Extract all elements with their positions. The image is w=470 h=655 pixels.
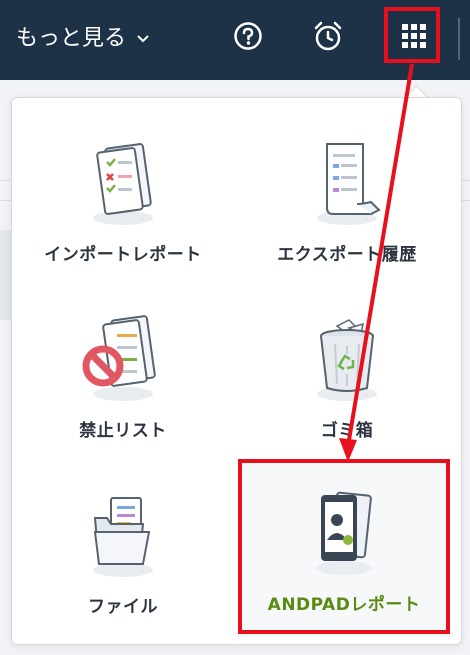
folder-icon [68, 482, 178, 582]
export-history-icon [292, 130, 402, 230]
prohibited-list-icon [68, 306, 178, 406]
chevron-down-icon [136, 29, 150, 48]
alarm-clock-icon[interactable] [312, 20, 344, 52]
menu-item-file[interactable]: ファイル [12, 472, 234, 642]
menu-item-label: ファイル [88, 597, 158, 617]
menu-item-prohibited-list[interactable]: 禁止リスト [12, 296, 234, 466]
highlight-box-apps-button [384, 7, 440, 63]
more-label: もっと見る [16, 26, 127, 51]
help-icon[interactable] [232, 20, 264, 52]
menu-item-trash[interactable]: ゴミ箱 [236, 296, 458, 466]
menu-item-label: 禁止リスト [79, 421, 167, 441]
menu-item-label: ゴミ箱 [320, 421, 374, 441]
menu-item-label: エクスポート履歴 [277, 245, 417, 265]
toolbar-divider [458, 18, 460, 60]
trash-bin-icon [292, 306, 402, 406]
more-menu-toggle[interactable]: もっと見る [16, 20, 150, 52]
menu-item-label: インポートレポート [44, 245, 202, 265]
highlight-box-andpad-report [238, 459, 450, 634]
import-report-icon [68, 130, 178, 230]
menu-item-import-report[interactable]: インポートレポート [12, 120, 234, 290]
menu-item-export-history[interactable]: エクスポート履歴 [236, 120, 458, 290]
